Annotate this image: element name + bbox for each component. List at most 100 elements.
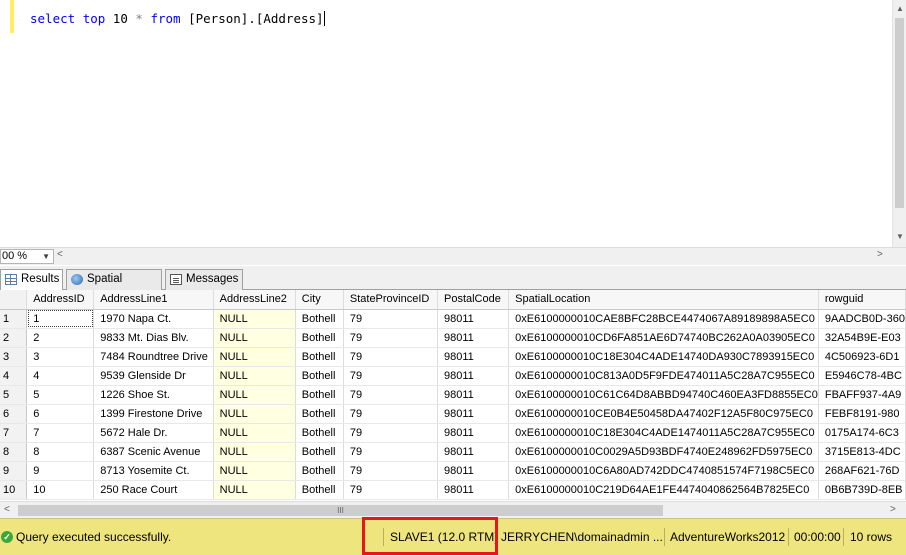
table-row[interactable]: 9 9 8713 Yosemite Ct. NULL Bothell 79 98011 0xE… [0,461,906,481]
table-cell[interactable]: 79 [343,385,438,405]
table-cell[interactable]: 0xE6100000010C61C64D8ABBD94740C460EA3FD8… [508,385,819,405]
table-row[interactable]: 8 8 6387 Scenic Avenue NULL Bothell 79 98011 0x… [0,442,906,462]
table-cell[interactable]: 98011 [437,347,510,367]
table-cell[interactable]: Bothell [295,366,344,386]
table-cell[interactable]: 0xE6100000010CD6FA851AE6D74740BC262A0A03… [508,328,819,348]
table-cell[interactable]: 0xE6100000010C18E304C4ADE14740DA930C7893… [508,347,819,367]
table-cell[interactable]: 2 [26,328,95,348]
table-row[interactable]: 10 10 250 Race Court NULL Bothell 79 98011 0xE6… [0,480,906,500]
row-number[interactable]: 9 [0,461,28,481]
table-cell[interactable]: 6 [26,404,95,424]
table-cell[interactable]: 32A54B9E-E03 [818,328,906,348]
table-row[interactable]: 5 5 1226 Shoe St. NULL Bothell 79 98011 0xE6100… [0,385,906,405]
query-editor[interactable]: select top 10 * from [Person].[Address] [0,0,892,247]
table-cell[interactable]: 1399 Firestone Drive [93,404,214,424]
column-header[interactable]: PostalCode [437,290,510,310]
table-cell[interactable]: 0xE6100000010C18E304C4ADE1474011A5C28A7C… [508,423,819,443]
row-number[interactable]: 10 [0,480,28,500]
tab-results[interactable]: Results [0,269,63,291]
table-row[interactable]: 6 6 1399 Firestone Drive NULL Bothell 79 98011… [0,404,906,424]
table-cell[interactable]: 98011 [437,480,510,500]
column-header[interactable]: City [295,290,344,310]
table-cell[interactable]: 79 [343,366,438,386]
row-number[interactable]: 4 [0,366,28,386]
table-cell[interactable]: 10 [26,480,95,500]
table-cell[interactable]: 0B6B739D-8EB [818,480,906,500]
table-cell[interactable]: 0175A174-6C3 [818,423,906,443]
table-cell[interactable]: 0xE6100000010CAE8BFC28BCE4474067A8918989… [508,309,819,329]
editor-scroll-right-icon[interactable]: > [877,249,883,260]
table-cell[interactable]: Bothell [295,442,344,462]
table-cell[interactable]: 9833 Mt. Dias Blv. [93,328,214,348]
table-cell[interactable]: 8 [26,442,95,462]
row-number[interactable]: 1 [0,309,28,329]
results-grid[interactable]: AddressID AddressLine1 AddressLine2 City Sta… [0,290,906,501]
query-text[interactable]: select top 10 * from [Person].[Address] [30,11,325,26]
table-cell[interactable]: 0xE6100000010CE0B4E50458DA47402F12A5F80C… [508,404,819,424]
table-cell[interactable]: 0xE6100000010C0029A5D93BDF4740E248962FD5… [508,442,819,462]
row-number[interactable]: 3 [0,347,28,367]
row-number[interactable]: 5 [0,385,28,405]
table-cell[interactable]: 98011 [437,423,510,443]
table-cell[interactable]: 0xE6100000010C813A0D5F9FDE474011A5C28A7C… [508,366,819,386]
table-cell[interactable]: 98011 [437,404,510,424]
table-cell[interactable]: E5946C78-4BC [818,366,906,386]
column-header[interactable]: SpatialLocation [508,290,819,310]
table-cell[interactable]: 79 [343,442,438,462]
column-header[interactable]: rowguid [818,290,906,310]
table-cell[interactable]: 250 Race Court [93,480,214,500]
table-cell[interactable]: 4 [26,366,95,386]
table-cell[interactable]: Bothell [295,404,344,424]
table-cell[interactable]: FEBF8191-980 [818,404,906,424]
table-cell[interactable]: 7 [26,423,95,443]
table-cell[interactable]: 98011 [437,461,510,481]
editor-vertical-scrollbar[interactable]: ▲ ▼ [892,0,906,247]
table-cell[interactable]: NULL [213,328,296,348]
table-cell[interactable]: 1226 Shoe St. [93,385,214,405]
scroll-right-arrow-icon[interactable]: > [890,504,896,515]
table-row[interactable]: 3 3 7484 Roundtree Drive NULL Bothell 79 98011… [0,347,906,367]
table-cell[interactable]: Bothell [295,328,344,348]
table-cell[interactable]: Bothell [295,423,344,443]
table-cell[interactable]: 9AADCB0D-360 [818,309,906,329]
table-cell[interactable]: NULL [213,480,296,500]
table-row[interactable]: 1 1 1970 Napa Ct. NULL Bothell 79 98011 0xE6100… [0,309,906,329]
grid-scroll-thumb[interactable]: III [18,505,663,516]
table-cell[interactable]: 79 [343,461,438,481]
column-header[interactable]: AddressLine1 [93,290,214,310]
zoom-select[interactable]: 00 % ▼ [0,249,54,264]
column-header[interactable]: AddressID [26,290,95,310]
table-cell[interactable]: 3 [26,347,95,367]
table-cell[interactable]: 5672 Hale Dr. [93,423,214,443]
tab-spatial-results[interactable]: Spatial results [66,269,162,304]
table-cell[interactable]: NULL [213,404,296,424]
table-cell[interactable]: NULL [213,461,296,481]
table-cell[interactable]: 0xE6100000010C6A80AD742DDC4740851574F719… [508,461,819,481]
table-cell[interactable]: 7484 Roundtree Drive [93,347,214,367]
table-cell[interactable]: 6387 Scenic Avenue [93,442,214,462]
scroll-down-arrow-icon[interactable]: ▼ [895,230,905,244]
row-number-header[interactable] [0,290,28,310]
table-cell[interactable]: 1970 Napa Ct. [93,309,214,329]
table-row[interactable]: 7 7 5672 Hale Dr. NULL Bothell 79 98011 0xE6100… [0,423,906,443]
table-cell[interactable]: NULL [213,366,296,386]
table-cell[interactable]: FBAFF937-4A9 [818,385,906,405]
table-cell[interactable]: NULL [213,442,296,462]
table-cell[interactable]: 79 [343,309,438,329]
table-cell[interactable]: NULL [213,385,296,405]
table-cell[interactable]: 79 [343,347,438,367]
table-cell[interactable]: 4C506923-6D1 [818,347,906,367]
table-cell[interactable]: 3715E813-4DC [818,442,906,462]
table-cell[interactable]: 98011 [437,366,510,386]
table-cell[interactable]: Bothell [295,347,344,367]
table-cell[interactable]: 98011 [437,385,510,405]
table-cell[interactable]: 79 [343,328,438,348]
table-cell[interactable]: 5 [26,385,95,405]
row-number[interactable]: 6 [0,404,28,424]
table-cell[interactable]: 9 [26,461,95,481]
table-cell[interactable]: Bothell [295,480,344,500]
table-cell[interactable]: NULL [213,423,296,443]
table-row[interactable]: 2 2 9833 Mt. Dias Blv. NULL Bothell 79 98011 0x… [0,328,906,348]
table-cell[interactable]: NULL [213,347,296,367]
column-header[interactable]: AddressLine2 [213,290,296,310]
